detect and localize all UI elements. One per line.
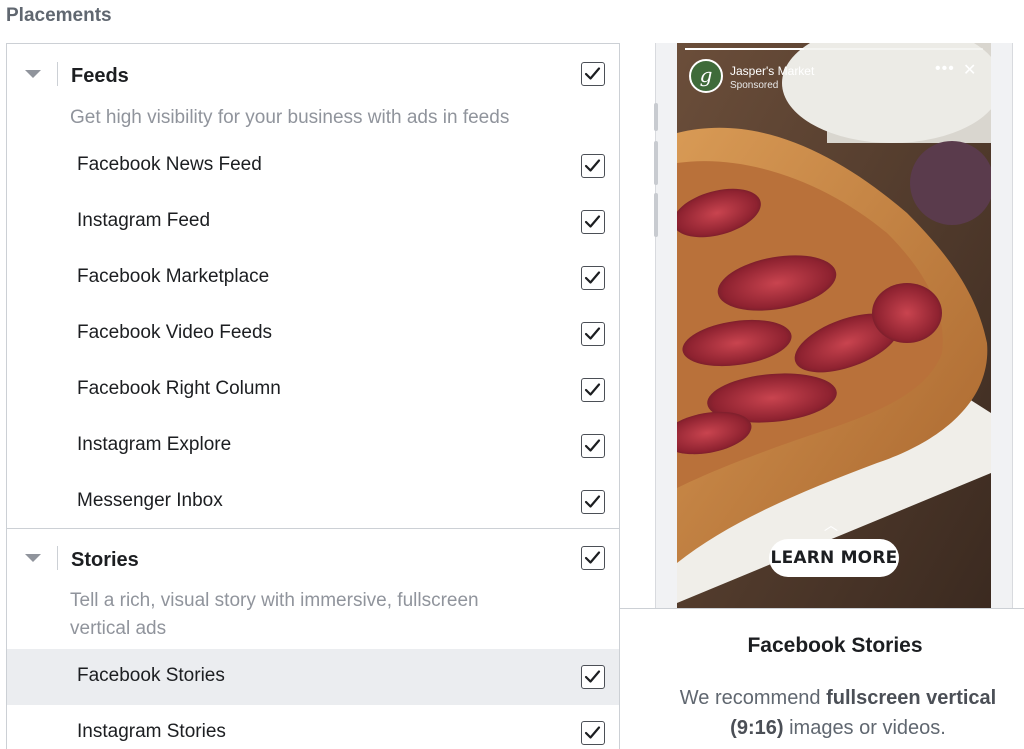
- placement-checkbox[interactable]: [581, 210, 605, 234]
- ad-preview: g Jasper's Market Sponsored ••• ✕ ︿ LEAR…: [620, 43, 1024, 749]
- learn-more-button[interactable]: LEARN MORE: [769, 539, 899, 577]
- placements-panel: Feeds Get high visibility for your busin…: [6, 43, 620, 749]
- placement-row-selected[interactable]: Facebook Stories: [7, 649, 619, 705]
- placement-label: Messenger Inbox: [77, 490, 223, 511]
- group-checkbox-feeds[interactable]: [581, 62, 605, 86]
- placement-row[interactable]: Instagram Feed: [7, 194, 619, 250]
- group-header-stories[interactable]: Stories: [7, 528, 619, 590]
- placement-label: Instagram Feed: [77, 210, 211, 231]
- placement-checkbox[interactable]: [581, 490, 605, 514]
- chevron-up-icon: ︿: [824, 517, 838, 533]
- divider: [57, 546, 58, 570]
- placement-row[interactable]: Facebook Video Feeds: [7, 306, 619, 362]
- phone-frame: [991, 43, 1013, 608]
- info-bold-text: fullscreen vertical: [826, 687, 997, 709]
- placement-row[interactable]: Instagram Stories: [7, 705, 619, 749]
- check-icon: [584, 67, 601, 80]
- group-description-feeds: Get high visibility for your business wi…: [70, 107, 510, 128]
- placement-checkbox[interactable]: [581, 378, 605, 402]
- placement-label: Instagram Explore: [77, 434, 232, 455]
- brand-avatar[interactable]: g: [689, 59, 723, 93]
- info-bold-text: (9:16): [730, 717, 784, 739]
- check-icon: [584, 159, 601, 172]
- placement-checkbox[interactable]: [581, 434, 605, 458]
- phone-side-button: [654, 103, 658, 131]
- check-icon: [584, 551, 601, 564]
- placement-info-title: Facebook Stories: [747, 634, 923, 657]
- placement-row[interactable]: Facebook Right Column: [7, 362, 619, 418]
- placement-checkbox[interactable]: [581, 665, 605, 689]
- placement-label: Facebook News Feed: [77, 154, 262, 175]
- check-icon: [584, 670, 601, 683]
- check-icon: [584, 495, 601, 508]
- check-icon: [584, 439, 601, 452]
- group-title-stories: Stories: [71, 549, 139, 571]
- phone-side-button: [654, 141, 658, 185]
- close-icon[interactable]: ✕: [963, 60, 976, 80]
- placement-checkbox[interactable]: [581, 154, 605, 178]
- story-preview-screen: g Jasper's Market Sponsored ••• ✕ ︿ LEAR…: [677, 43, 991, 608]
- divider: [57, 62, 58, 86]
- placement-row[interactable]: Facebook Marketplace: [7, 250, 619, 306]
- placement-label: Facebook Marketplace: [77, 266, 270, 287]
- check-icon: [584, 726, 601, 739]
- phone-side-button: [654, 193, 658, 237]
- info-divider: [620, 608, 1024, 609]
- placement-row[interactable]: Messenger Inbox: [7, 474, 619, 530]
- check-icon: [584, 271, 601, 284]
- group-description-stories: Tell a rich, visual story with immersive…: [70, 590, 479, 639]
- placement-label: Facebook Right Column: [77, 378, 281, 399]
- placement-row[interactable]: Facebook News Feed: [7, 138, 619, 194]
- phone-frame: [655, 43, 677, 608]
- group-checkbox-stories[interactable]: [581, 546, 605, 570]
- placement-checkbox[interactable]: [581, 322, 605, 346]
- check-icon: [584, 215, 601, 228]
- info-text: We recommend: [679, 687, 827, 709]
- caret-down-icon[interactable]: [25, 70, 41, 78]
- more-options-icon[interactable]: •••: [935, 60, 955, 78]
- story-progress-fill: [685, 48, 805, 50]
- placements-heading: Placements: [6, 5, 112, 26]
- caret-down-icon[interactable]: [25, 554, 41, 562]
- group-header-feeds[interactable]: Feeds: [7, 44, 619, 106]
- info-text: images or videos.: [783, 717, 946, 739]
- brand-name[interactable]: Jasper's Market: [730, 64, 814, 78]
- placement-checkbox[interactable]: [581, 266, 605, 290]
- check-icon: [584, 327, 601, 340]
- placement-checkbox[interactable]: [581, 721, 605, 745]
- story-progress-bar: [685, 48, 983, 50]
- placement-info-description: We recommend fullscreen vertical (9:16) i…: [644, 683, 1024, 743]
- placement-label: Facebook Video Feeds: [77, 322, 273, 343]
- sponsored-label: Sponsored: [730, 80, 779, 91]
- placement-row[interactable]: Instagram Explore: [7, 418, 619, 474]
- check-icon: [584, 383, 601, 396]
- group-title-feeds: Feeds: [71, 65, 129, 87]
- placement-label: Facebook Stories: [77, 665, 225, 686]
- placement-label: Instagram Stories: [77, 721, 226, 742]
